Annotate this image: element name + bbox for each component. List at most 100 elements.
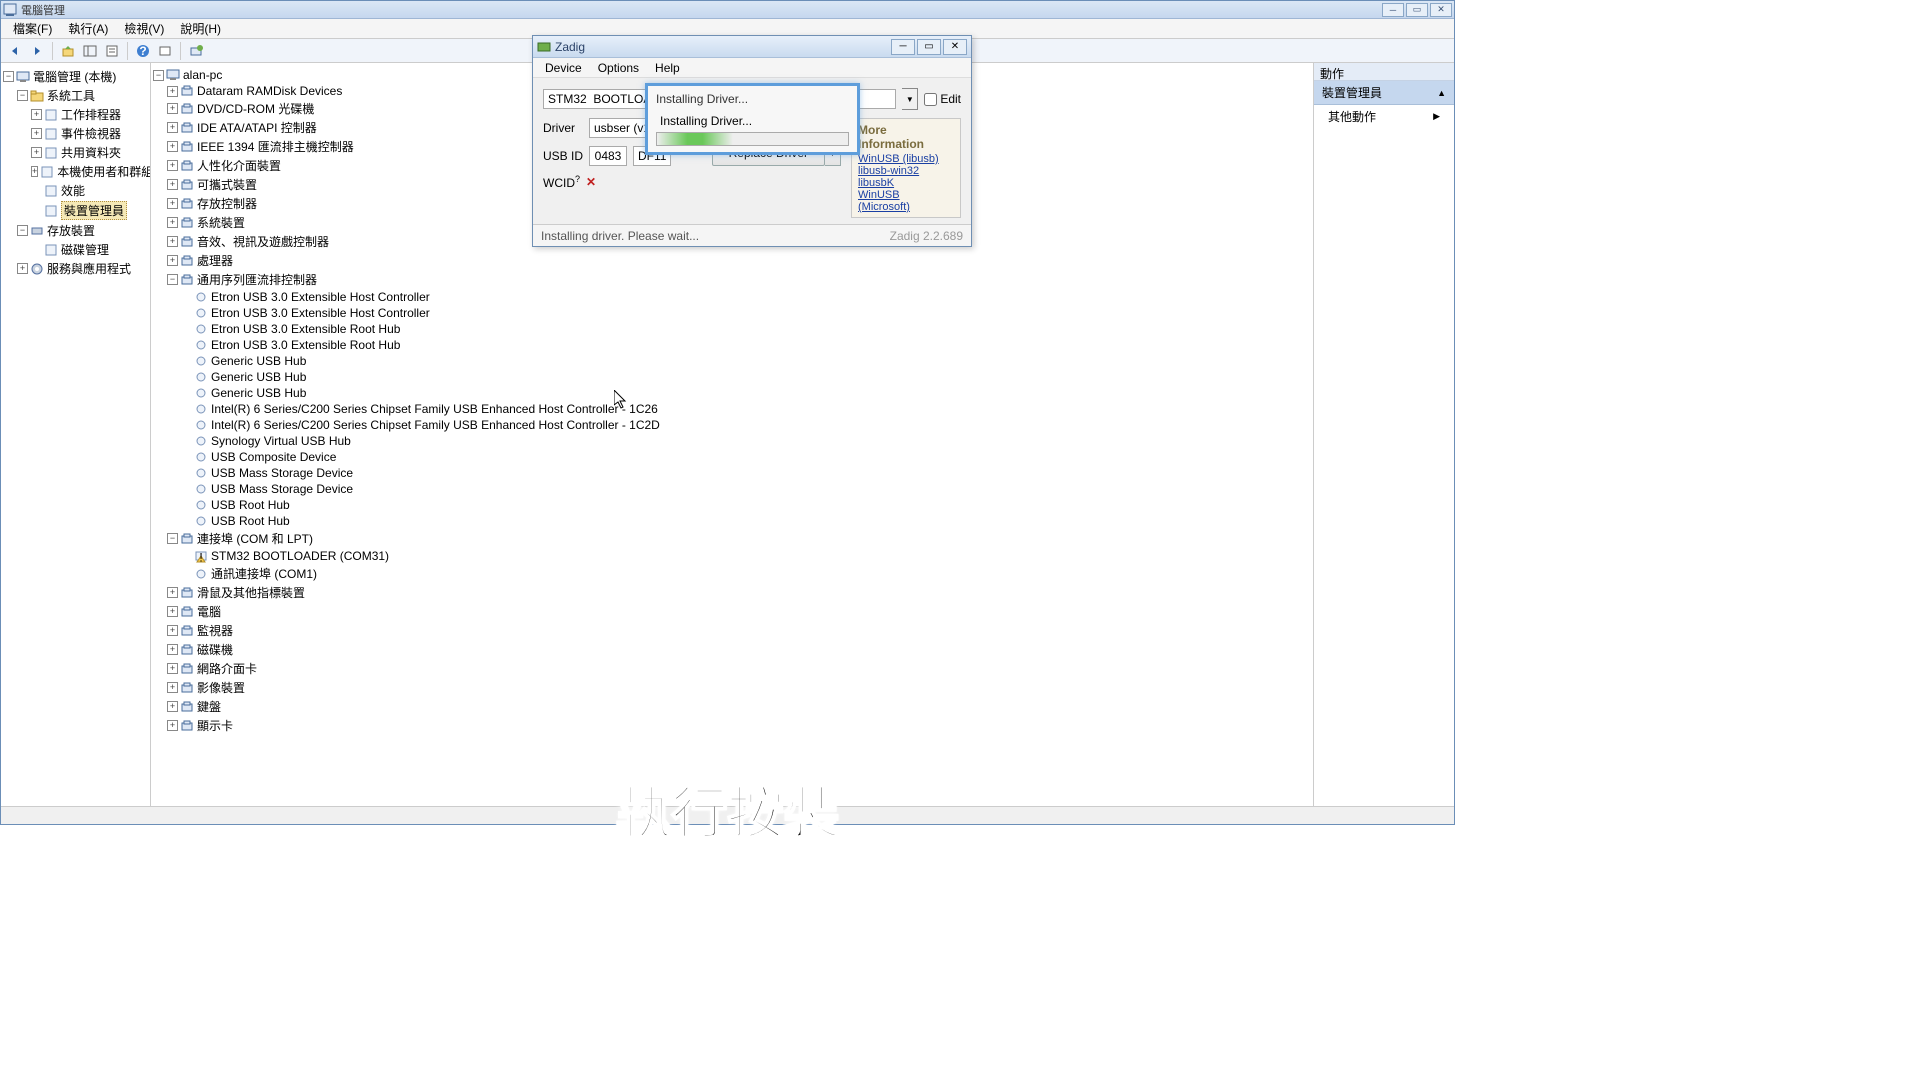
device-category[interactable]: +顯示卡 <box>167 716 1311 735</box>
device-item[interactable]: Synology Virtual USB Hub <box>181 433 1311 449</box>
expand-icon[interactable]: + <box>167 103 178 114</box>
device-item[interactable]: Etron USB 3.0 Extensible Host Controller <box>181 305 1311 321</box>
device-item[interactable]: USB Root Hub <box>181 497 1311 513</box>
expand-icon[interactable]: + <box>167 86 178 97</box>
device-category[interactable]: +處理器 <box>167 251 1311 270</box>
expand-icon[interactable]: + <box>167 587 178 598</box>
forward-button[interactable] <box>27 41 47 61</box>
expand-icon[interactable]: + <box>167 625 178 636</box>
collapse-icon[interactable]: − <box>17 225 28 236</box>
device-item[interactable]: USB Mass Storage Device <box>181 465 1311 481</box>
device-category[interactable]: +監視器 <box>167 621 1311 640</box>
left-tree-group[interactable]: −存放裝置 <box>17 221 148 240</box>
left-tree-item[interactable]: +工作排程器 <box>31 105 148 124</box>
zadig-titlebar[interactable]: Zadig ─ ▭ ✕ <box>533 36 971 58</box>
expand-icon[interactable] <box>31 185 42 196</box>
device-item[interactable]: Etron USB 3.0 Extensible Root Hub <box>181 321 1311 337</box>
collapse-icon[interactable]: − <box>153 70 164 81</box>
expand-icon[interactable]: + <box>31 128 42 139</box>
device-item[interactable]: Generic USB Hub <box>181 369 1311 385</box>
expand-icon[interactable]: + <box>167 255 178 266</box>
expand-icon[interactable]: + <box>31 109 42 120</box>
collapse-icon[interactable]: − <box>167 533 178 544</box>
left-tree-group[interactable]: +服務與應用程式 <box>17 259 148 278</box>
expand-icon[interactable]: + <box>167 606 178 617</box>
device-item[interactable]: USB Root Hub <box>181 513 1311 529</box>
device-category[interactable]: +網路介面卡 <box>167 659 1311 678</box>
left-tree-item[interactable]: 磁碟管理 <box>31 240 148 259</box>
left-tree-item[interactable]: +共用資料夾 <box>31 143 148 162</box>
zadig-menu-help[interactable]: Help <box>647 59 688 77</box>
expand-icon[interactable]: + <box>167 720 178 731</box>
back-button[interactable] <box>5 41 25 61</box>
device-category[interactable]: +磁碟機 <box>167 640 1311 659</box>
expand-icon[interactable] <box>31 244 42 255</box>
expand-icon[interactable]: + <box>167 644 178 655</box>
expand-icon[interactable]: + <box>167 682 178 693</box>
device-item[interactable]: 通訊連接埠 (COM1) <box>181 564 1311 583</box>
device-dropdown-button[interactable]: ▼ <box>902 88 918 110</box>
device-category[interactable]: −通用序列匯流排控制器 <box>167 270 1311 289</box>
link-winusb-libusb[interactable]: WinUSB (libusb) <box>858 153 954 165</box>
left-tree-group[interactable]: −系統工具 <box>17 86 148 105</box>
zadig-maximize-button[interactable]: ▭ <box>917 39 941 55</box>
properties-button[interactable] <box>102 41 122 61</box>
zadig-menu-device[interactable]: Device <box>537 59 590 77</box>
zadig-close-button[interactable]: ✕ <box>943 39 967 55</box>
menu-action[interactable]: 執行(A) <box>60 18 116 39</box>
collapse-icon[interactable]: − <box>167 274 178 285</box>
minimize-button[interactable]: ─ <box>1382 3 1404 17</box>
menu-help[interactable]: 說明(H) <box>172 18 229 39</box>
left-tree-root[interactable]: − 電腦管理 (本機) <box>3 67 148 86</box>
expand-icon[interactable]: + <box>167 236 178 247</box>
close-button[interactable]: ✕ <box>1430 3 1452 17</box>
left-tree-item[interactable]: 裝置管理員 <box>31 200 148 221</box>
show-hide-console-button[interactable] <box>80 41 100 61</box>
actions-more[interactable]: 其他動作 ▶ <box>1314 105 1454 128</box>
device-item[interactable]: USB Composite Device <box>181 449 1311 465</box>
device-item[interactable]: Generic USB Hub <box>181 385 1311 401</box>
zadig-minimize-button[interactable]: ─ <box>891 39 915 55</box>
device-item[interactable]: Etron USB 3.0 Extensible Root Hub <box>181 337 1311 353</box>
edit-checkbox[interactable]: Edit <box>924 92 961 106</box>
help-button[interactable]: ? <box>133 41 153 61</box>
link-libusbk[interactable]: libusbK <box>858 177 954 189</box>
collapse-icon[interactable]: − <box>17 90 28 101</box>
left-tree-item[interactable]: +事件檢視器 <box>31 124 148 143</box>
expand-icon[interactable]: + <box>167 179 178 190</box>
collapse-icon[interactable]: − <box>3 71 14 82</box>
device-item[interactable]: Intel(R) 6 Series/C200 Series Chipset Fa… <box>181 401 1311 417</box>
link-winusb-microsoft[interactable]: WinUSB (Microsoft) <box>858 189 954 213</box>
device-item[interactable]: !STM32 BOOTLOADER (COM31) <box>181 548 1311 564</box>
device-item[interactable]: Etron USB 3.0 Extensible Host Controller <box>181 289 1311 305</box>
expand-icon[interactable]: + <box>31 147 42 158</box>
device-category[interactable]: +電腦 <box>167 602 1311 621</box>
up-button[interactable] <box>58 41 78 61</box>
expand-icon[interactable]: + <box>167 198 178 209</box>
expand-icon[interactable] <box>31 205 42 216</box>
link-libusb-win32[interactable]: libusb-win32 <box>858 165 954 177</box>
device-category[interactable]: +鍵盤 <box>167 697 1311 716</box>
device-category[interactable]: −連接埠 (COM 和 LPT) <box>167 529 1311 548</box>
toolbar-button-1[interactable] <box>155 41 175 61</box>
expand-icon[interactable]: + <box>167 122 178 133</box>
device-category[interactable]: +滑鼠及其他指標裝置 <box>167 583 1311 602</box>
device-item[interactable]: Generic USB Hub <box>181 353 1311 369</box>
actions-group[interactable]: 裝置管理員 ▲ <box>1314 81 1454 105</box>
device-item[interactable]: USB Mass Storage Device <box>181 481 1311 497</box>
maximize-button[interactable]: ▭ <box>1406 3 1428 17</box>
expand-icon[interactable]: + <box>167 141 178 152</box>
expand-icon[interactable]: + <box>167 701 178 712</box>
expand-icon[interactable]: + <box>17 263 28 274</box>
device-item[interactable]: Intel(R) 6 Series/C200 Series Chipset Fa… <box>181 417 1311 433</box>
device-category[interactable]: +影像裝置 <box>167 678 1311 697</box>
menu-view[interactable]: 檢視(V) <box>116 18 172 39</box>
menu-file[interactable]: 檔案(F) <box>5 18 60 39</box>
titlebar[interactable]: 電腦管理 ─ ▭ ✕ <box>1 1 1454 19</box>
expand-icon[interactable]: + <box>167 217 178 228</box>
expand-icon[interactable]: + <box>167 663 178 674</box>
refresh-button[interactable] <box>186 41 206 61</box>
left-tree-item[interactable]: 效能 <box>31 181 148 200</box>
left-tree-item[interactable]: +本機使用者和群組 <box>31 162 148 181</box>
zadig-menu-options[interactable]: Options <box>590 59 647 77</box>
